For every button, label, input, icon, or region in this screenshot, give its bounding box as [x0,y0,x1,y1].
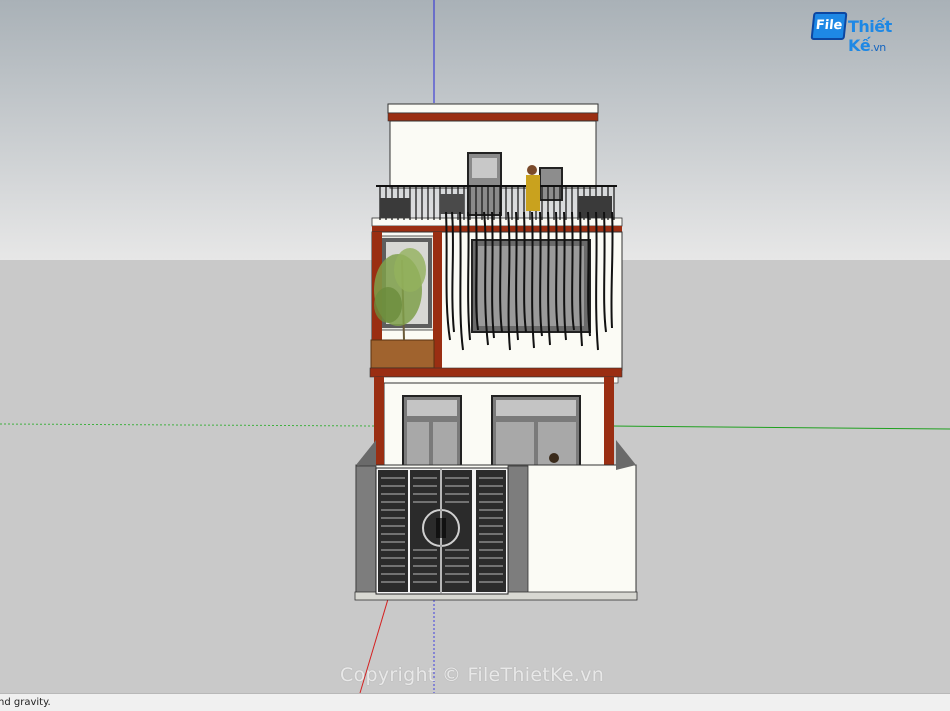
logo-file-box: File [810,12,848,40]
copyright-watermark: Copyright © FileThietKe.vn [340,664,605,686]
modeling-viewport[interactable] [0,0,950,693]
ground-floor[interactable] [374,377,614,467]
status-bar: nd gravity. [0,693,950,711]
logo-text: Thiết Kế.vn [848,17,922,55]
filethietke-logo: File Thiết Kế.vn [810,10,922,55]
logo-suffix: .vn [870,41,886,54]
scene-canvas[interactable] [0,0,950,693]
second-floor[interactable] [369,211,623,384]
status-text: nd gravity. [0,697,51,708]
main-gate[interactable] [375,467,509,595]
